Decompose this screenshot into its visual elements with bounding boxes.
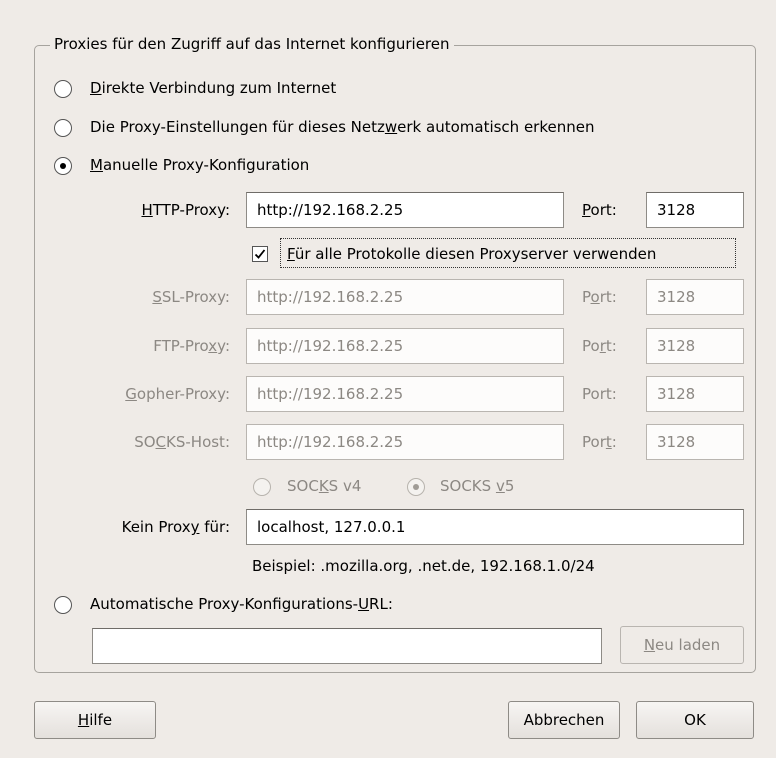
socks-host-input[interactable]: http://192.168.2.25 — [246, 424, 564, 460]
auto-url-input[interactable] — [92, 628, 602, 664]
http-port-input[interactable]: 3128 — [646, 192, 744, 228]
radio-direct[interactable] — [54, 80, 72, 98]
ftp-port-input[interactable]: 3128 — [646, 328, 744, 364]
gopher-proxy-label: Gopher-Proxy: — [125, 385, 230, 403]
ssl-port-input[interactable]: 3128 — [646, 279, 744, 315]
radio-auto-url-label[interactable]: Automatische Proxy-Konfigurations-URL: — [90, 595, 393, 613]
gopher-port-label: Port: — [582, 385, 617, 403]
radio-manual[interactable] — [54, 157, 72, 175]
gopher-proxy-input[interactable]: http://192.168.2.25 — [246, 376, 564, 412]
socks-port-input[interactable]: 3128 — [646, 424, 744, 460]
socks-host-label: SOCKS-Host: — [134, 433, 230, 451]
reload-button[interactable]: Neu laden — [620, 626, 744, 664]
radio-socks-v4[interactable] — [253, 478, 271, 496]
gopher-port-input[interactable]: 3128 — [646, 376, 744, 412]
share-all-checkbox[interactable] — [252, 246, 268, 262]
radio-manual-label[interactable]: Manuelle Proxy-Konfiguration — [90, 156, 309, 174]
radio-auto-detect[interactable] — [54, 119, 72, 137]
ftp-proxy-input[interactable]: http://192.168.2.25 — [246, 328, 564, 364]
checkmark-icon — [254, 249, 266, 259]
no-proxy-example: Beispiel: .mozilla.org, .net.de, 192.168… — [252, 557, 595, 575]
ssl-port-label: Port: — [582, 288, 617, 306]
cancel-button[interactable]: Abbrechen — [508, 701, 620, 739]
group-title: Proxies für den Zugriff auf das Internet… — [50, 35, 454, 53]
radio-socks-v4-label[interactable]: SOCKS v4 — [287, 477, 361, 495]
socks-port-label: Port: — [582, 433, 617, 451]
help-button[interactable]: Hilfe — [34, 701, 156, 739]
ftp-port-label: Port: — [582, 337, 617, 355]
radio-auto-detect-label[interactable]: Die Proxy-Einstellungen für dieses Netzw… — [90, 118, 594, 136]
ssl-proxy-label: SSL-Proxy: — [152, 288, 230, 306]
ftp-proxy-label: FTP-Proxy: — [153, 337, 230, 355]
radio-socks-v5-label[interactable]: SOCKS v5 — [440, 477, 514, 495]
http-port-label: Port: — [582, 201, 617, 219]
share-all-label[interactable]: Für alle Protokolle diesen Proxyserver v… — [280, 238, 736, 268]
ok-button[interactable]: OK — [636, 701, 754, 739]
no-proxy-label: Kein Proxy für: — [121, 518, 230, 536]
radio-direct-label[interactable]: Direkte Verbindung zum Internet — [90, 79, 336, 97]
ssl-proxy-input[interactable]: http://192.168.2.25 — [246, 279, 564, 315]
radio-socks-v5[interactable] — [407, 478, 425, 496]
http-proxy-input[interactable]: http://192.168.2.25 — [246, 192, 564, 228]
no-proxy-input[interactable]: localhost, 127.0.0.1 — [246, 509, 744, 545]
http-proxy-label: HTTP-Proxy: — [141, 201, 230, 219]
radio-auto-url[interactable] — [54, 596, 72, 614]
